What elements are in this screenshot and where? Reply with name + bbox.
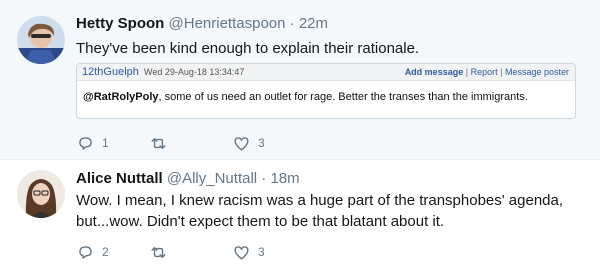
quoted-mention: @RatRolyPoly	[83, 91, 159, 103]
like-button[interactable]: 3	[232, 133, 265, 153]
reply-count: 2	[102, 245, 109, 259]
like-count: 3	[258, 136, 265, 150]
tweet-header: Hetty Spoon @Henriettaspoon · 22m	[76, 15, 328, 32]
heart-icon	[234, 245, 249, 260]
tweet-text-line-1: Wow. I mean, I knew racism was a huge pa…	[76, 192, 564, 209]
reply-icon	[79, 136, 92, 150]
retweet-button[interactable]	[149, 242, 175, 262]
tweet-actions: 1 3	[76, 133, 376, 153]
quoted-username: 12thGuelph	[82, 66, 139, 78]
timestamp[interactable]: 18m	[270, 170, 299, 187]
separator-dot: ·	[289, 15, 295, 32]
add-message-link: Add message	[404, 67, 464, 77]
reply-icon	[79, 245, 92, 259]
display-name[interactable]: Hetty Spoon	[76, 15, 164, 32]
quoted-message: @RatRolyPoly, some of us need an outlet …	[83, 91, 528, 103]
quoted-links: Add message | Report | Message poster	[404, 67, 569, 77]
display-name[interactable]: Alice Nuttall	[76, 170, 163, 187]
quoted-screenshot[interactable]: 12thGuelph Wed 29-Aug-18 13:34:47 Add me…	[76, 63, 576, 119]
quoted-header-bar: 12thGuelph Wed 29-Aug-18 13:34:47 Add me…	[77, 64, 575, 81]
tweet-text-line-2: but...wow. Didn't expect them to be that…	[76, 213, 445, 230]
reply-count: 1	[102, 136, 109, 150]
like-button[interactable]: 3	[232, 242, 265, 262]
avatar-hetty-spoon[interactable]	[17, 16, 65, 64]
tweet-hetty-spoon[interactable]: Hetty Spoon @Henriettaspoon · 22m They'v…	[0, 0, 600, 160]
avatar-alice-nuttall[interactable]	[17, 170, 65, 218]
timestamp[interactable]: 22m	[299, 15, 328, 32]
report-link: Report	[470, 67, 498, 77]
handle[interactable]: @Ally_Nuttall	[167, 170, 257, 187]
reply-button[interactable]: 1	[76, 133, 109, 153]
tweet-text: They've been kind enough to explain thei…	[76, 40, 420, 57]
quoted-message-text: , some of us need an outlet for rage. Be…	[158, 91, 528, 103]
heart-icon	[234, 136, 249, 151]
message-poster-link: Message poster	[504, 67, 569, 77]
tweet-header: Alice Nuttall @Ally_Nuttall · 18m	[76, 170, 300, 187]
quoted-date: Wed 29-Aug-18 13:34:47	[144, 67, 245, 77]
retweet-button[interactable]	[149, 133, 175, 153]
retweet-icon	[151, 246, 166, 258]
tweet-text: Wow. I mean, I knew racism was a huge pa…	[76, 190, 576, 232]
handle[interactable]: @Henriettaspoon	[169, 15, 286, 32]
tweet-actions: 2 3	[76, 242, 376, 262]
like-count: 3	[258, 245, 265, 259]
reply-button[interactable]: 2	[76, 242, 109, 262]
retweet-icon	[151, 137, 166, 149]
tweet-alice-nuttall[interactable]: Alice Nuttall @Ally_Nuttall · 18m Wow. I…	[0, 160, 600, 270]
separator-dot: ·	[261, 170, 267, 187]
